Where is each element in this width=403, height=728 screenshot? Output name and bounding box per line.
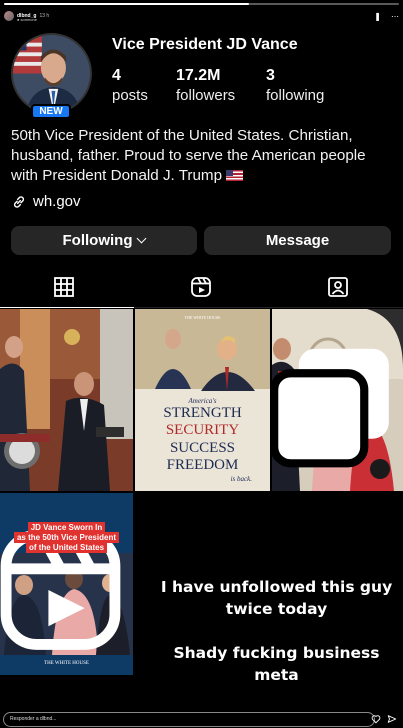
more-icon[interactable]: ⋯ — [391, 12, 399, 21]
profile-link[interactable]: wh.gov — [11, 193, 81, 210]
post-4-footer: THE WHITE HOUSE — [44, 661, 89, 666]
heart-icon[interactable] — [371, 714, 381, 724]
overlay-line-4: meta — [254, 666, 299, 684]
profile-bio-text: 50th Vice President of the United States… — [11, 127, 366, 184]
stat-following-value: 3 — [266, 67, 275, 84]
grid-icon — [54, 277, 74, 297]
send-icon[interactable] — [387, 714, 397, 724]
tab-reels[interactable] — [190, 276, 212, 298]
story-overlay-text: I have unfollowed this guy twice today S… — [150, 576, 403, 686]
overlay-line-3: Shady fucking business — [173, 644, 380, 662]
active-tab-indicator — [0, 306, 134, 308]
stat-followers[interactable]: 17.2M followers — [176, 67, 235, 104]
link-icon — [13, 195, 25, 208]
post-2-line-6: is back. — [230, 475, 252, 483]
post-2-line-5: FREEDOM — [166, 457, 239, 473]
us-flag-icon — [226, 170, 244, 181]
pause-icon[interactable]: ❚ — [374, 12, 381, 21]
reply-input[interactable]: Responder a dlbnd... — [3, 712, 375, 727]
tagged-icon — [328, 277, 348, 297]
overlay-line-1: I have unfollowed this guy — [160, 578, 393, 596]
following-button[interactable]: Following — [11, 226, 197, 255]
message-button[interactable]: Message — [204, 226, 391, 255]
profile-link-text: wh.gov — [33, 193, 81, 210]
chevron-down-icon — [137, 233, 147, 244]
story-progress-bar — [4, 3, 399, 5]
post-3[interactable] — [272, 309, 403, 491]
stat-followers-label: followers — [176, 87, 236, 104]
reply-actions — [371, 714, 397, 724]
reels-icon — [191, 277, 211, 297]
story-avatar[interactable] — [4, 11, 14, 21]
reply-placeholder: Responder a dlbnd... — [10, 716, 57, 722]
stat-posts-label: posts — [112, 87, 148, 104]
profile-avatar-image — [13, 35, 90, 112]
overlay-spacer — [150, 620, 403, 642]
post-2-header: THE WHITE HOUSE — [184, 315, 221, 320]
post-4[interactable]: JD Vance Sworn In as the 50th Vice Presi… — [0, 493, 133, 675]
following-button-label: Following — [62, 232, 133, 249]
story-time: 13 h — [39, 13, 50, 19]
post-4-caption: JD Vance Sworn In as the 50th Vice Presi… — [0, 522, 133, 553]
tab-grid[interactable] — [53, 276, 75, 298]
profile-name: Vice President JD Vance — [112, 36, 298, 53]
tab-tagged[interactable] — [327, 276, 349, 298]
message-button-label: Message — [265, 232, 330, 249]
overlay-line-2: twice today — [225, 600, 328, 618]
story-progress-fill — [4, 3, 249, 5]
story-subtitle: ● someone — [17, 17, 37, 22]
post-2-line-3: SECURITY — [165, 422, 240, 438]
stat-posts-value: 4 — [112, 67, 121, 84]
new-badge: NEW — [31, 104, 71, 119]
stat-following[interactable]: 3 following — [266, 67, 324, 104]
post-1[interactable] — [0, 309, 133, 491]
profile-tabs — [0, 270, 403, 308]
stat-posts[interactable]: 4 posts — [112, 67, 148, 104]
post-4-line-3: of the United States — [25, 542, 108, 553]
post-2-line-1: America's — [188, 397, 217, 405]
post-2-line-2: STRENGTH — [163, 405, 242, 421]
carousel-icon — [272, 348, 389, 468]
post-2-line-4: SUCCESS — [169, 440, 236, 456]
profile-avatar[interactable] — [11, 33, 92, 114]
profile-bio: 50th Vice President of the United States… — [11, 126, 396, 186]
story-actions: ❚ ⋯ — [374, 12, 399, 21]
post-2[interactable]: THE WHITE HOUSE America's STRENGTH SECUR… — [135, 309, 270, 491]
stat-followers-value: 17.2M — [176, 67, 221, 84]
post-1-image — [0, 309, 133, 491]
story-header: dlbnd_g 13 h ❚ ⋯ — [4, 9, 399, 23]
stat-following-label: following — [266, 87, 325, 104]
